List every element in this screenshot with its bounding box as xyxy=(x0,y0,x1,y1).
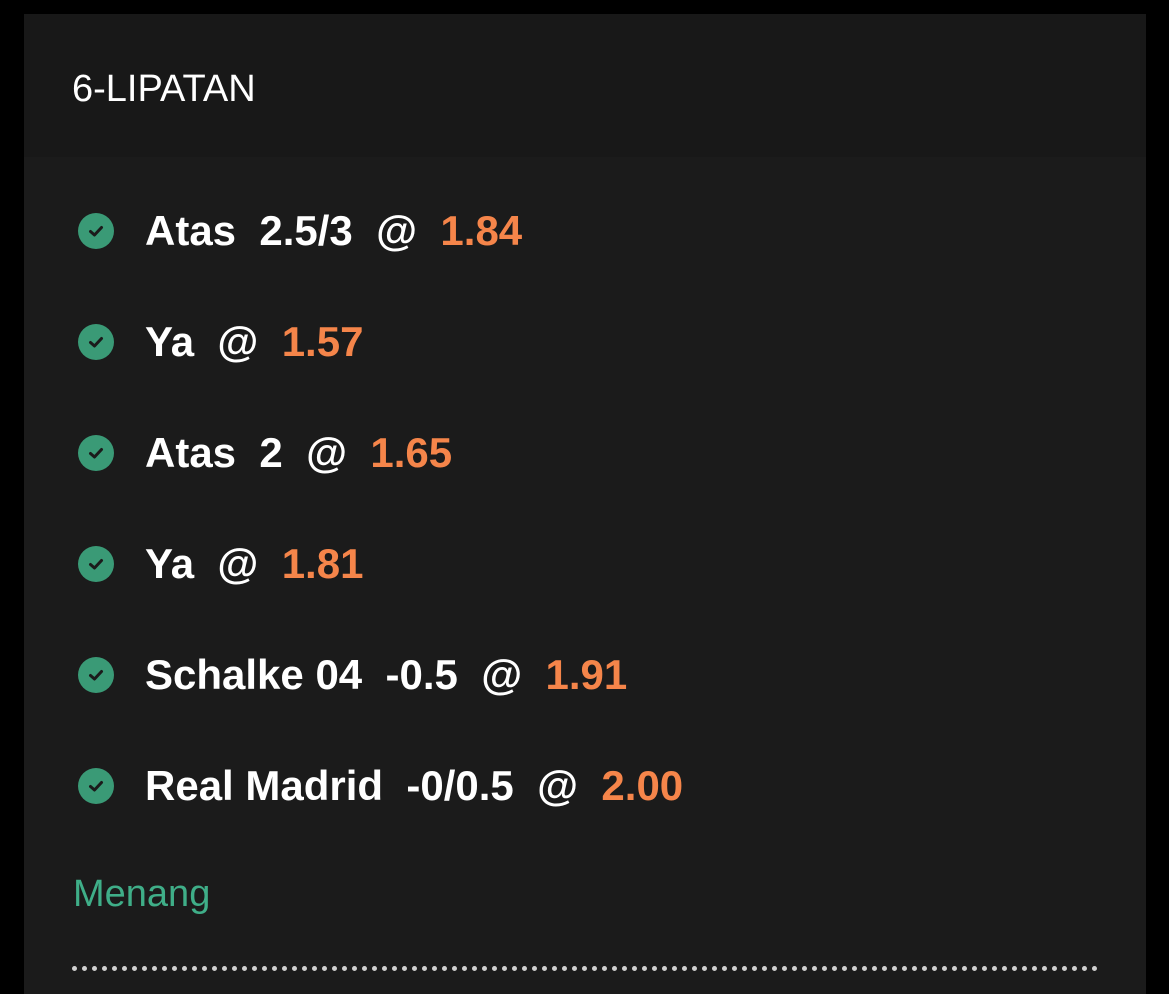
selection-pick: Ya @ xyxy=(145,318,282,365)
selection-pick: Atas 2.5/3 @ xyxy=(145,207,441,254)
selection-pick: Ya @ xyxy=(145,540,282,587)
selection-row: Atas 2.5/3 @ 1.84 xyxy=(24,201,1124,261)
selection-odds: 2.00 xyxy=(601,762,684,809)
selection-row: Atas 2 @ 1.65 xyxy=(24,423,1124,483)
bet-result-status: Menang xyxy=(73,873,211,915)
bet-type-title: 6-LIPATAN xyxy=(72,68,256,110)
selection-text: Ya @ 1.81 xyxy=(145,534,363,594)
selection-text: Ya @ 1.57 xyxy=(145,312,363,372)
selection-odds: 1.91 xyxy=(545,651,628,698)
bet-slip-card: 6-LIPATAN Atas 2.5/3 @ 1.84 Ya @ 1.57 At… xyxy=(24,14,1146,994)
selection-odds: 1.81 xyxy=(281,540,364,587)
check-circle-icon xyxy=(78,324,114,360)
selection-text: Atas 2 @ 1.65 xyxy=(145,423,452,483)
selection-pick: Schalke 04 -0.5 @ xyxy=(145,651,546,698)
selection-odds: 1.65 xyxy=(370,429,453,476)
dotted-divider xyxy=(72,966,1098,971)
check-circle-icon xyxy=(78,546,114,582)
selection-text: Schalke 04 -0.5 @ 1.91 xyxy=(145,645,627,705)
selection-odds: 1.84 xyxy=(440,207,523,254)
selection-pick: Atas 2 @ xyxy=(145,429,371,476)
check-circle-icon xyxy=(78,435,114,471)
selection-row: Ya @ 1.81 xyxy=(24,534,1124,594)
selection-text: Atas 2.5/3 @ 1.84 xyxy=(145,201,522,261)
selection-odds: 1.57 xyxy=(281,318,364,365)
selection-row: Real Madrid -0/0.5 @ 2.00 xyxy=(24,756,1124,816)
check-circle-icon xyxy=(78,213,114,249)
selection-text: Real Madrid -0/0.5 @ 2.00 xyxy=(145,756,683,816)
bet-slip-header: 6-LIPATAN xyxy=(24,14,1146,157)
selection-row: Schalke 04 -0.5 @ 1.91 xyxy=(24,645,1124,705)
check-circle-icon xyxy=(78,657,114,693)
selection-row: Ya @ 1.57 xyxy=(24,312,1124,372)
selection-pick: Real Madrid -0/0.5 @ xyxy=(145,762,602,809)
check-circle-icon xyxy=(78,768,114,804)
